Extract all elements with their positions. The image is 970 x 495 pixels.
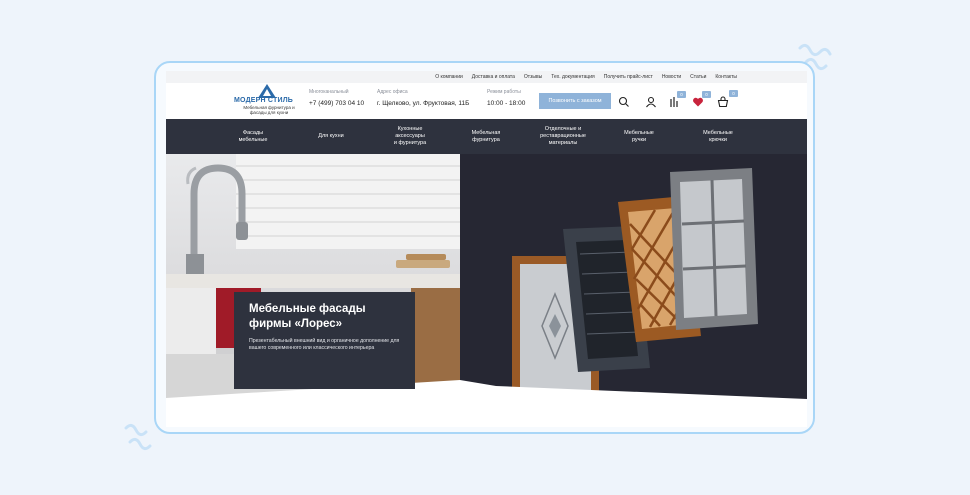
- address-value: г. Щелково, ул. Фруктовая, 11Б: [377, 100, 470, 107]
- nav-item-label: крючки: [709, 136, 727, 143]
- nav-item-label: Для кухни: [318, 133, 344, 139]
- nav-item-label: фурнитура: [472, 136, 500, 143]
- top-nav-articles[interactable]: Статьи: [690, 73, 706, 81]
- nav-item-label: мебельные: [238, 136, 268, 143]
- nav-item-label: Фасады: [242, 129, 264, 136]
- favorite-count-badge: 0: [702, 91, 711, 98]
- address-block: Адрес офиса г. Щелково, ул. Фруктовая, 1…: [377, 89, 469, 107]
- top-nav-news[interactable]: Новости: [662, 73, 681, 81]
- nav-item-label: Мебельная: [471, 129, 501, 136]
- phone-block: Многоканальный +7 (499) 703 04 10: [309, 89, 364, 107]
- nav-item-finishing-materials[interactable]: Отделочные и реставрационные материалы: [534, 119, 592, 154]
- nav-item-label: аксессуары: [395, 133, 425, 139]
- compare-count-badge: 0: [677, 91, 686, 98]
- nav-item-facades[interactable]: Фасады мебельные: [228, 119, 278, 154]
- top-nav-about[interactable]: О компании: [435, 73, 463, 81]
- nav-item-handles[interactable]: Мебельные ручки: [615, 119, 663, 154]
- nav-item-label: Отделочные и: [544, 126, 582, 132]
- cart-icon[interactable]: [717, 96, 729, 108]
- main-nav: Фасады мебельные Для кухни Кухонные аксесс…: [166, 119, 807, 154]
- site-header: МОДЕРН СТИЛЬ Мебельная фурнитура и фасад…: [166, 83, 807, 119]
- search-icon[interactable]: [618, 96, 630, 108]
- top-nav-reviews[interactable]: Отзывы: [524, 73, 542, 81]
- address-label: Адрес офиса: [377, 89, 408, 95]
- hours-label: Режим работы: [487, 89, 521, 95]
- hero-title: Мебельные фасады фирмы «Лорес»: [249, 303, 366, 330]
- top-nav-delivery[interactable]: Доставка и оплата: [472, 73, 515, 81]
- browser-frame: О компании Доставка и оплата Отзывы Тех.…: [154, 61, 815, 434]
- top-nav-contacts[interactable]: Контакты: [715, 73, 737, 81]
- logo-name: МОДЕРН СТИЛЬ: [234, 97, 294, 104]
- nav-item-kitchen-accessories[interactable]: Кухонные аксессуары и фурнитура: [382, 119, 438, 154]
- nav-item-hooks[interactable]: Мебельные крючки: [694, 119, 742, 154]
- nav-item-furniture-hardware[interactable]: Мебельная фурнитура: [460, 119, 512, 154]
- user-icon[interactable]: [645, 96, 657, 108]
- nav-item-label: ручки: [631, 136, 647, 143]
- cart-count-badge: 0: [729, 90, 738, 97]
- nav-item-kitchen[interactable]: Для кухни: [306, 119, 356, 154]
- nav-item-label: Кухонные: [397, 126, 423, 132]
- top-nav-docs[interactable]: Тех. документация: [551, 73, 594, 81]
- hero-banner: Мебельные фасады фирмы «Лорес» Презентаб…: [166, 154, 807, 427]
- top-nav: О компании Доставка и оплата Отзывы Тех.…: [435, 73, 737, 81]
- website-page: О компании Доставка и оплата Отзывы Тех.…: [166, 71, 807, 427]
- nav-item-label: Мебельные: [624, 129, 654, 136]
- logo-tagline: Мебельная фурнитура и фасады для кухни: [243, 105, 295, 115]
- nav-item-label: реставрационные: [540, 133, 586, 139]
- top-bar: О компании Доставка и оплата Отзывы Тех.…: [166, 71, 807, 83]
- phone-label: Многоканальный: [309, 89, 349, 95]
- logo-icon: [258, 84, 276, 98]
- nav-item-label: материалы: [548, 140, 578, 146]
- nav-item-label: Мебельные: [703, 129, 733, 136]
- hours-value: 10:00 - 18:00: [487, 100, 526, 107]
- logo[interactable]: МОДЕРН СТИЛЬ Мебельная фурнитура и фасад…: [234, 83, 304, 119]
- top-nav-pricelist[interactable]: Получить прайс-лист: [604, 73, 653, 81]
- hero-description: Презентабельный внешний вид и органичное…: [249, 338, 400, 351]
- phone-number[interactable]: +7 (499) 703 04 10: [309, 100, 364, 107]
- nav-item-label: и фурнитура: [393, 140, 427, 146]
- hero-caption: Мебельные фасады фирмы «Лорес» Презентаб…: [234, 292, 415, 389]
- hours-block: Режим работы 10:00 - 18:00: [487, 89, 525, 107]
- call-order-button[interactable]: Позвонить с заказом: [539, 93, 611, 109]
